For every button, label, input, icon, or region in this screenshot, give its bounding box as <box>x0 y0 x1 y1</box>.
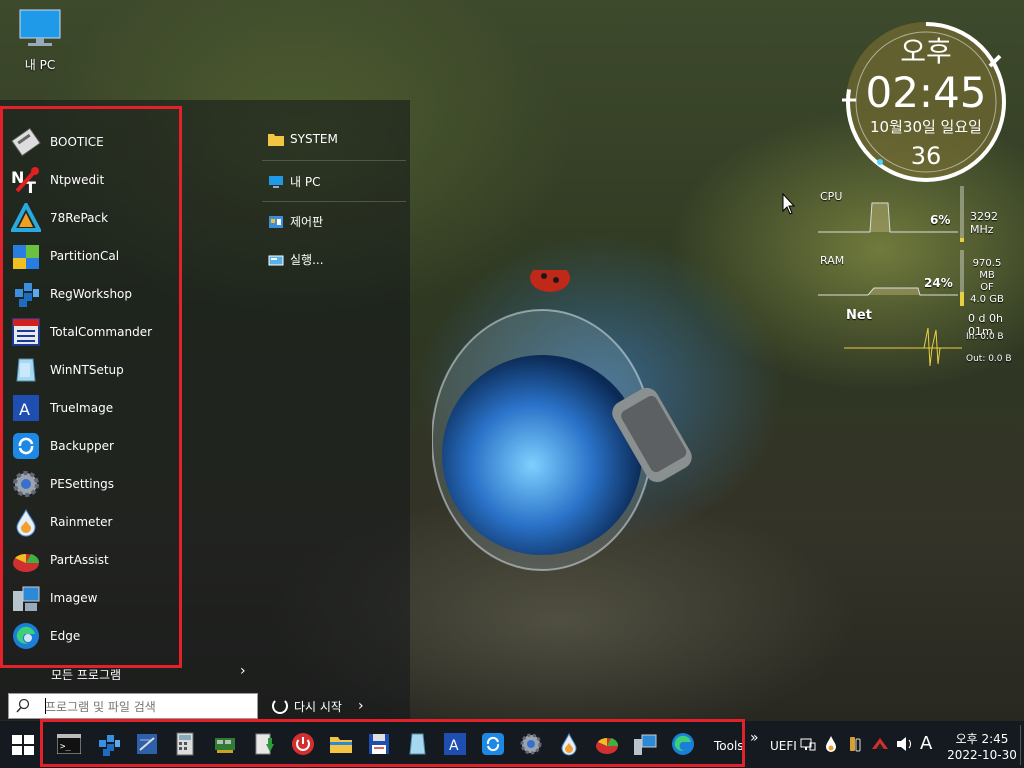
highlight-frame-app-list <box>0 106 182 668</box>
desktop-icon-my-pc[interactable]: 내 PC <box>14 8 66 73</box>
net-graph <box>844 327 962 367</box>
net-in: In: 0.0 B <box>966 332 1004 342</box>
tray-clock-time: 오후 2:45 <box>955 732 1009 746</box>
ram-label: RAM <box>820 254 845 267</box>
start-right-item-my-pc[interactable]: 내 PC <box>268 173 320 190</box>
toolbar-overflow-button[interactable]: » <box>750 730 759 746</box>
ram-usage: 970.5 MB OF 4.0 GB <box>964 258 1010 306</box>
start-right-label: 실행... <box>290 253 324 267</box>
start-right-label: 제어판 <box>290 215 324 229</box>
tray-clock-date: 2022-10-30 <box>947 748 1017 762</box>
net-label: Net <box>846 308 872 323</box>
start-right-item-run[interactable]: 실행... <box>268 251 324 268</box>
usb-eject-icon[interactable] <box>846 735 864 753</box>
chevron-right-icon[interactable]: › <box>358 698 364 714</box>
clock-ampm: 오후 <box>900 35 952 68</box>
start-right-label: 내 PC <box>290 175 321 189</box>
ram-percent: 24% <box>924 276 953 290</box>
computer-icon <box>269 175 283 188</box>
restart-button[interactable]: 다시 시작 › <box>272 694 364 718</box>
restart-icon <box>272 698 288 714</box>
ram-total: 4.0 GB <box>970 294 1004 305</box>
cpu-percent: 6% <box>930 213 951 227</box>
chevron-right-icon: › <box>240 663 246 679</box>
net-out: Out: 0.0 B <box>966 354 1012 364</box>
clock-time: 02:45 <box>865 68 987 117</box>
all-programs-label: 모든 프로그램 <box>51 668 122 682</box>
ram-used: 970.5 MB <box>972 258 1002 281</box>
control-panel-icon <box>269 215 283 228</box>
run-icon <box>268 255 284 265</box>
computer-icon <box>19 9 61 46</box>
text-caret <box>45 698 46 714</box>
cpu-bar <box>960 186 964 242</box>
uefi-label: UEFI <box>770 739 797 753</box>
restart-label: 다시 시작 <box>294 699 342 714</box>
volume-icon[interactable] <box>896 736 914 752</box>
separator <box>262 201 406 202</box>
show-desktop-button[interactable] <box>1020 725 1021 765</box>
start-right-item-system[interactable]: SYSTEM <box>268 132 338 146</box>
search-input[interactable] <box>43 697 252 717</box>
search-icon <box>16 698 30 713</box>
search-box[interactable] <box>8 693 258 719</box>
windows-start-icon[interactable] <box>12 735 34 755</box>
ram-of: OF <box>980 282 994 293</box>
network-icon[interactable] <box>800 737 816 753</box>
wallpaper-bulb-image <box>432 270 692 571</box>
folder-icon <box>268 134 284 146</box>
tray-clock[interactable]: 오후 2:45 2022-10-30 <box>944 731 1020 763</box>
rainmeter-tray-icon[interactable] <box>824 735 838 753</box>
clock-seconds: 36 <box>910 142 942 170</box>
mouse-cursor-icon <box>782 193 796 215</box>
clock-date: 10월30일 일요일 <box>870 118 982 136</box>
start-right-item-control-panel[interactable]: 제어판 <box>268 213 323 230</box>
cpu-frequency: 3292 MHz <box>970 210 998 236</box>
separator <box>262 160 406 161</box>
partition-tool-tray-icon[interactable] <box>870 735 890 753</box>
clock-gadget: 오후 02:45 10월30일 일요일 36 <box>840 16 1012 188</box>
highlight-frame-taskbar <box>40 719 745 767</box>
desktop-icon-label: 내 PC <box>24 58 56 72</box>
ime-indicator[interactable]: A <box>920 733 932 754</box>
start-right-label: SYSTEM <box>290 132 338 146</box>
